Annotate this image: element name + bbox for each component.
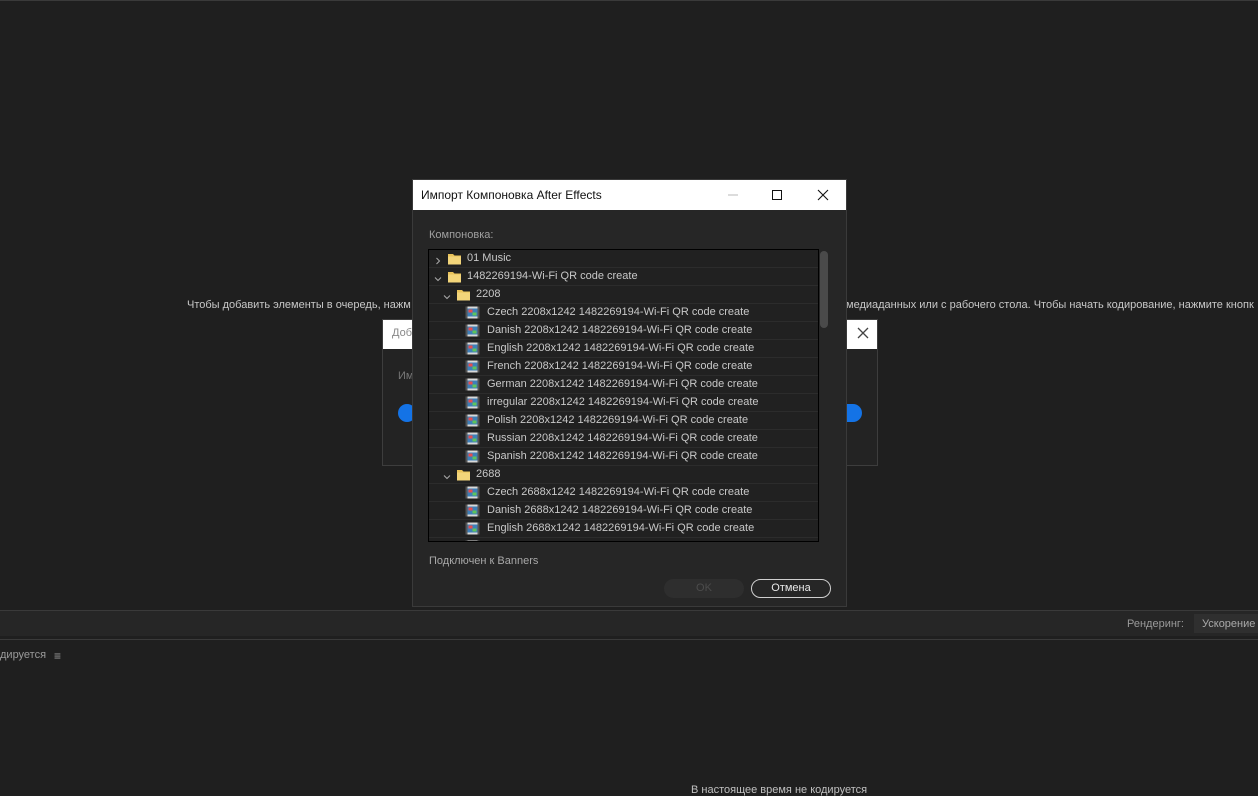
tree-item-label: Russian 2208x1242 1482269194-Wi-Fi QR co… (487, 432, 758, 444)
folder-icon (456, 287, 471, 302)
tree-item-label: Polish 2208x1242 1482269194-Wi-Fi QR cod… (487, 414, 749, 426)
panel-divider-2 (0, 639, 1258, 640)
tree-composition-row[interactable]: Russian 2208x1242 1482269194-Wi-Fi QR co… (429, 430, 818, 448)
tree-item-label: Danish 2208x1242 1482269194-Wi-Fi QR cod… (487, 324, 753, 336)
folder-icon (456, 467, 471, 482)
tree-composition-row[interactable]: Danish 2688x1242 1482269194-Wi-Fi QR cod… (429, 502, 818, 520)
tree-item-label: French 2208x1242 1482269194-Wi-Fi QR cod… (487, 360, 753, 372)
maximize-icon (772, 190, 782, 200)
minimize-icon (728, 194, 738, 196)
tree-composition-row[interactable]: Spanish 2208x1242 1482269194-Wi-Fi QR co… (429, 448, 818, 466)
composition-icon (465, 413, 480, 428)
top-border (0, 0, 1258, 1)
composition-icon (465, 431, 480, 446)
tree-item-label: Czech 2208x1242 1482269194-Wi-Fi QR code… (487, 306, 750, 318)
tree-composition-row[interactable]: Czech 2208x1242 1482269194-Wi-Fi QR code… (429, 304, 818, 322)
tree-item-label: irregular 2208x1242 1482269194-Wi-Fi QR … (487, 396, 759, 408)
composition-icon (465, 485, 480, 500)
encoding-status: В настоящее время не кодируется (691, 784, 868, 796)
connection-status: Подключен к Banners (429, 555, 539, 567)
tree-item-label: German 2208x1242 1482269194-Wi-Fi QR cod… (487, 378, 758, 390)
tree-composition-row[interactable]: English 2208x1242 1482269194-Wi-Fi QR co… (429, 340, 818, 358)
tree-folder-row[interactable]: 2208 (429, 286, 818, 304)
close-icon[interactable] (855, 325, 871, 341)
composition-tree[interactable]: 01 Music 1482269194-Wi-Fi QR code create 2… (428, 249, 819, 542)
render-select[interactable]: Ускорение (1194, 614, 1258, 633)
background-dialog-right (840, 319, 878, 466)
composition-icon (465, 377, 480, 392)
ok-button[interactable]: OK (664, 579, 744, 598)
close-button[interactable] (800, 180, 846, 210)
composition-label: Компоновка: (429, 229, 494, 241)
tree-composition-row[interactable]: Danish 2208x1242 1482269194-Wi-Fi QR cod… (429, 322, 818, 340)
tree-item-label: 2688 (476, 468, 501, 480)
tree-composition-row[interactable]: Czech 2688x1242 1482269194-Wi-Fi QR code… (429, 484, 818, 502)
folder-icon (447, 251, 462, 266)
tree-composition-row[interactable]: English 2688x1242 1482269194-Wi-Fi QR co… (429, 520, 818, 538)
tree-scrollbar-thumb[interactable] (820, 251, 828, 328)
import-dialog: Импорт Компоновка After Effects Компонов… (413, 180, 846, 606)
tree-folder-row[interactable]: 2688 (429, 466, 818, 484)
composition-icon (465, 395, 480, 410)
tree-item-label: English 2688x1242 1482269194-Wi-Fi QR co… (487, 522, 755, 534)
background-dialog-left: Доб Им (382, 319, 416, 466)
dialog-title: Импорт Компоновка After Effects (421, 188, 602, 202)
composition-icon (465, 323, 480, 338)
composition-icon (465, 539, 480, 541)
tree-item-label: Danish 2688x1242 1482269194-Wi-Fi QR cod… (487, 504, 753, 516)
minimize-button[interactable] (710, 180, 756, 210)
encoding-panel-tab[interactable]: дируется (0, 649, 46, 661)
tree-composition-row[interactable] (429, 538, 818, 541)
tree-item-label: Czech 2688x1242 1482269194-Wi-Fi QR code… (487, 486, 750, 498)
tree-composition-row[interactable]: German 2208x1242 1482269194-Wi-Fi QR cod… (429, 376, 818, 394)
tree-composition-row[interactable]: irregular 2208x1242 1482269194-Wi-Fi QR … (429, 394, 818, 412)
tree-folder-row[interactable]: 1482269194-Wi-Fi QR code create (429, 268, 818, 286)
composition-icon (465, 341, 480, 356)
chevron-down-icon[interactable] (442, 469, 452, 480)
chevron-down-icon[interactable] (433, 271, 443, 282)
chevron-down-icon[interactable] (442, 289, 452, 300)
cancel-button[interactable]: Отмена (751, 579, 831, 598)
tree-item-label: 2208 (476, 288, 501, 300)
tree-item-label: English 2208x1242 1482269194-Wi-Fi QR co… (487, 342, 755, 354)
background-dialog-text: Им (398, 370, 413, 382)
composition-icon (465, 521, 480, 536)
composition-icon (465, 359, 480, 374)
tree-item-label: 1482269194-Wi-Fi QR code create (467, 270, 638, 282)
folder-icon (447, 269, 462, 284)
tree-item-label: 01 Music (467, 252, 512, 264)
tree-item-label: Spanish 2208x1242 1482269194-Wi-Fi QR co… (487, 450, 758, 462)
render-label: Рендеринг: (1127, 618, 1184, 630)
tree-composition-row[interactable]: Polish 2208x1242 1482269194-Wi-Fi QR cod… (429, 412, 818, 430)
chevron-right-icon[interactable] (433, 253, 443, 265)
tree-composition-row[interactable]: French 2208x1242 1482269194-Wi-Fi QR cod… (429, 358, 818, 376)
panel-menu-icon[interactable]: ≡ (54, 649, 61, 663)
dialog-titlebar: Импорт Компоновка After Effects (413, 180, 846, 210)
background-dialog-title: Доб (383, 320, 413, 349)
composition-icon (465, 503, 480, 518)
queue-hint-left: Чтобы добавить элементы в очередь, нажм (187, 299, 411, 311)
maximize-button[interactable] (754, 180, 800, 210)
queue-hint-right: медиаданных или с рабочего стола. Чтобы … (846, 299, 1254, 311)
composition-icon (465, 449, 480, 464)
composition-icon (465, 305, 480, 320)
render-bar (0, 611, 1258, 636)
close-icon (817, 189, 829, 201)
tree-folder-row[interactable]: 01 Music (429, 250, 818, 268)
